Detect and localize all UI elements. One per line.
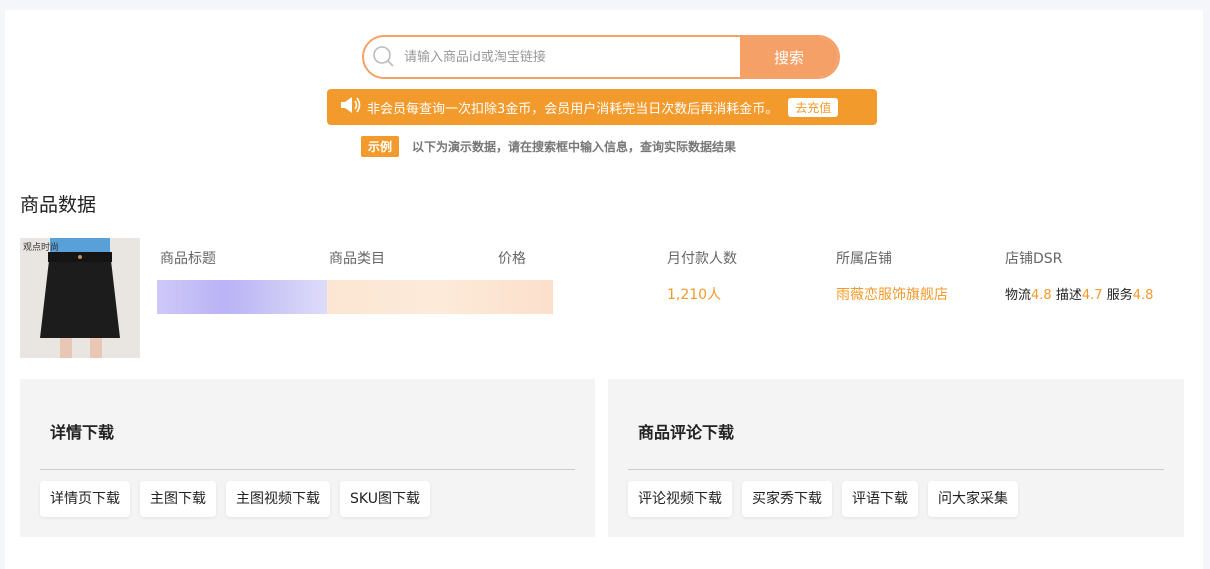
header-category: 商品类目 — [329, 251, 385, 267]
product-category-blurred — [327, 280, 553, 314]
dsr-logistics-label: 物流 — [1005, 288, 1032, 303]
search-button[interactable]: 搜索 — [740, 37, 838, 77]
dsr-values: 物流4.8 描述4.7 服务4.8 — [1005, 284, 1153, 303]
header-title: 商品标题 — [160, 251, 216, 267]
monthly-buyers-value: 1,210人 — [667, 287, 722, 303]
divider — [40, 469, 575, 470]
notice-text: 非会员每查询一次扣除3金币，会员用户消耗完当日次数后再消耗金币。 — [367, 101, 779, 117]
search-box: 搜索 — [362, 35, 840, 79]
search-icon — [364, 37, 404, 77]
review-panel-title: 商品评论下载 — [638, 423, 735, 442]
comment-download-button[interactable]: 评语下载 — [842, 481, 918, 517]
product-thumbnail: 观点时尚 — [20, 238, 140, 358]
section-title: 商品数据 — [20, 194, 97, 216]
dsr-service-label: 服务 — [1106, 288, 1133, 303]
dsr-service-value: 4.8 — [1132, 288, 1154, 303]
megaphone-icon — [339, 95, 361, 119]
main-card: 搜索 非会员每查询一次扣除3金币，会员用户消耗完当日次数后再消耗金币。 去充值 … — [5, 10, 1203, 569]
thumb-watermark: 观点时尚 — [23, 243, 60, 253]
header-monthly-buyers: 月付款人数 — [667, 251, 737, 267]
product-title-blurred — [157, 280, 327, 314]
detail-download-panel: 详情下载 详情页下载 主图下载 主图视频下载 SKU图下载 — [20, 379, 595, 537]
header-price: 价格 — [498, 251, 526, 267]
review-download-panel: 商品评论下载 评论视频下载 买家秀下载 评语下载 问大家采集 — [608, 379, 1184, 537]
search-input[interactable] — [404, 37, 740, 77]
dsr-desc-label: 描述 — [1055, 288, 1082, 303]
shop-name-link[interactable]: 雨薇恋服饰旗舰店 — [836, 284, 948, 304]
header-shop: 所属店铺 — [836, 251, 892, 267]
sku-image-download-button[interactable]: SKU图下载 — [340, 481, 430, 517]
dsr-logistics-value: 4.8 — [1031, 288, 1052, 303]
divider — [628, 469, 1164, 470]
detail-panel-title: 详情下载 — [50, 423, 115, 442]
dsr-desc-value: 4.7 — [1081, 288, 1103, 303]
demo-text: 以下为演示数据，请在搜索框中输入信息，查询实际数据结果 — [412, 140, 737, 154]
header-dsr: 店铺DSR — [1005, 251, 1063, 267]
detail-page-download-button[interactable]: 详情页下载 — [40, 481, 130, 517]
recharge-button[interactable]: 去充值 — [788, 97, 839, 117]
ask-everyone-collect-button[interactable]: 问大家采集 — [928, 481, 1018, 517]
demo-tag: 示例 — [361, 136, 400, 157]
main-image-download-button[interactable]: 主图下载 — [140, 481, 216, 517]
main-video-download-button[interactable]: 主图视频下载 — [226, 481, 330, 517]
notice-banner: 非会员每查询一次扣除3金币，会员用户消耗完当日次数后再消耗金币。 去充值 — [327, 89, 877, 125]
demo-hint: 示例 以下为演示数据，请在搜索框中输入信息，查询实际数据结果 — [361, 136, 736, 157]
review-video-download-button[interactable]: 评论视频下载 — [628, 481, 732, 517]
buyer-show-download-button[interactable]: 买家秀下载 — [742, 481, 832, 517]
